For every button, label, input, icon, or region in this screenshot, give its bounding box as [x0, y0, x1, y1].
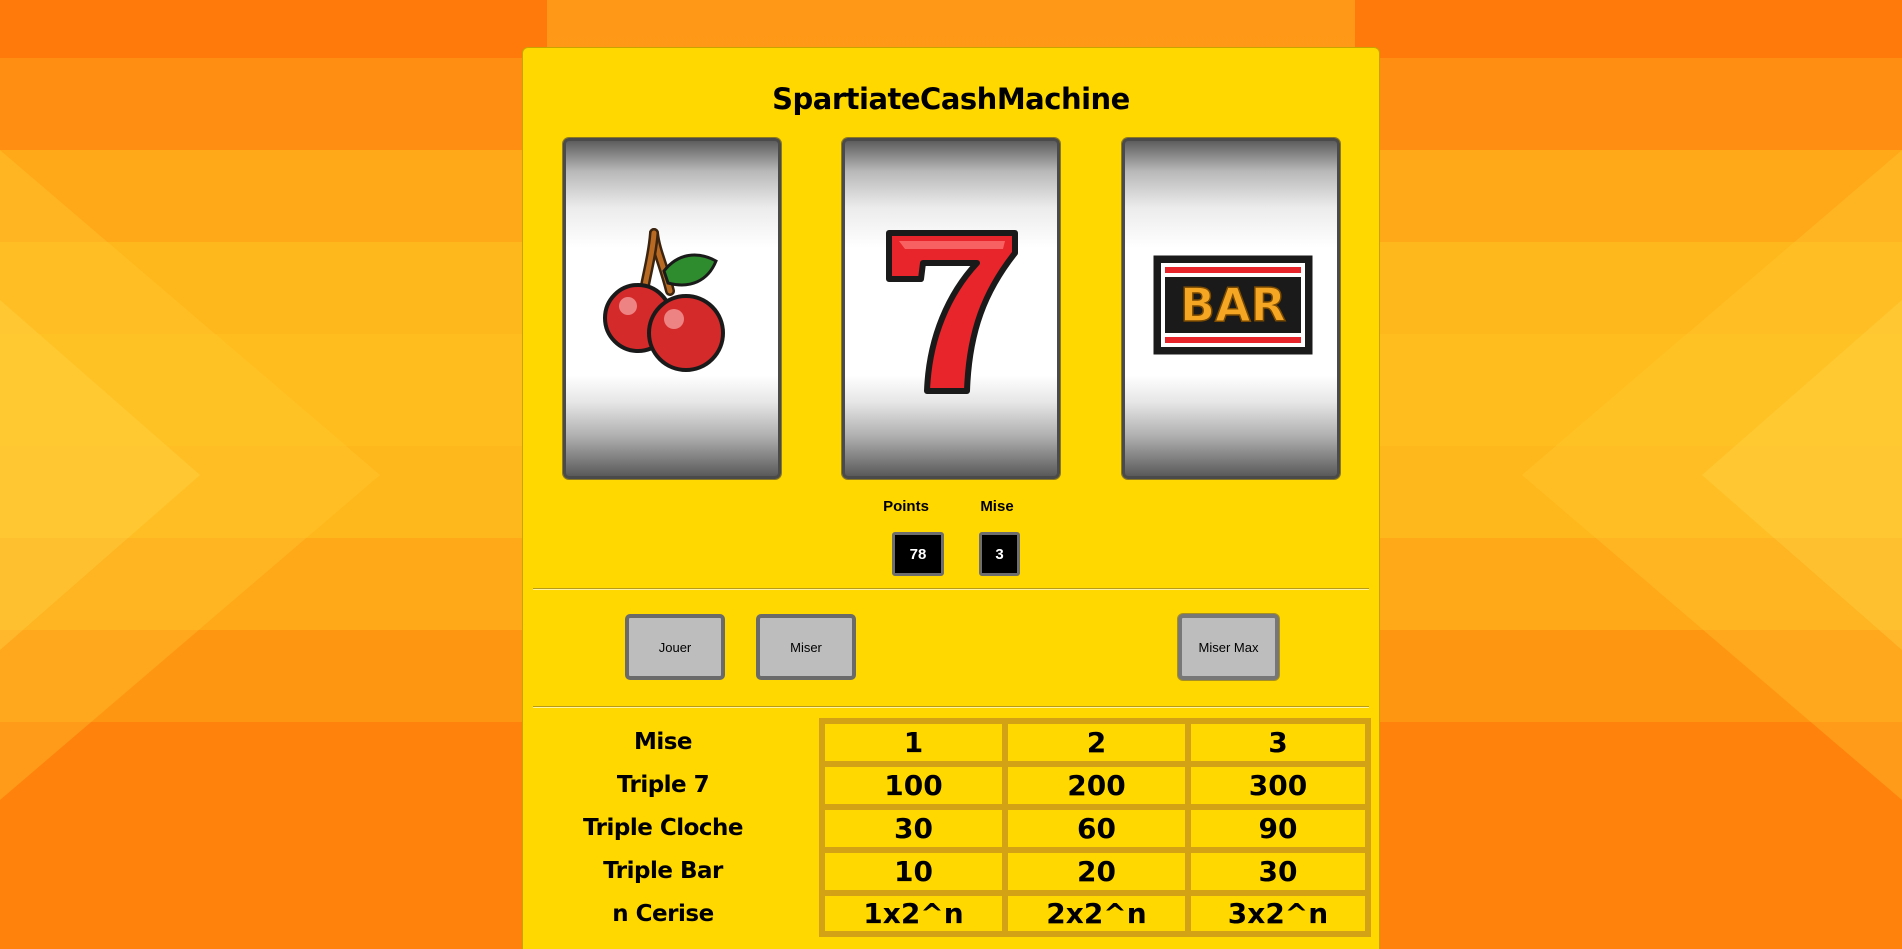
- paytable-cell: 30: [1188, 850, 1368, 893]
- paytable-grid: 1 2 3 100 200 300 30 60 90 10 20 30 1x2^…: [819, 718, 1371, 937]
- reel-3: BAR: [1122, 138, 1340, 479]
- paytable-cell: 300: [1188, 764, 1368, 807]
- paytable-cell: 2: [1005, 721, 1188, 764]
- miser-max-button[interactable]: Miser Max: [1178, 614, 1279, 680]
- paytable-row-label: n Cerise: [612, 901, 714, 927]
- mise-value: 3: [979, 532, 1020, 576]
- paytable-cell: 3x2^n: [1188, 893, 1368, 934]
- cherry-icon: [603, 228, 725, 372]
- paytable-cell: 3: [1188, 721, 1368, 764]
- reel-2: [842, 138, 1060, 479]
- page-title: SpartiateCashMachine: [772, 82, 1130, 116]
- paytable-cell: 2x2^n: [1005, 893, 1188, 934]
- miser-button[interactable]: Miser: [756, 614, 856, 680]
- paytable-row-label: Triple 7: [616, 772, 710, 798]
- paytable-cell: 200: [1005, 764, 1188, 807]
- paytable-cell: 100: [822, 764, 1005, 807]
- paytable-cell: 20: [1005, 850, 1188, 893]
- reel-1: [563, 138, 781, 479]
- paytable-cell: 10: [822, 850, 1005, 893]
- paytable-row-label: Triple Bar: [603, 858, 723, 884]
- slot-machine-panel: SpartiateCashMachine BAR Points Mise 78 …: [522, 47, 1380, 949]
- divider-top: [533, 588, 1369, 590]
- bar-icon: BAR: [1153, 255, 1313, 355]
- points-label: Points: [883, 498, 929, 515]
- bar-icon-text: BAR: [1180, 278, 1286, 332]
- paytable-row-label: Triple Cloche: [582, 815, 744, 841]
- paytable-cell: 1x2^n: [822, 893, 1005, 934]
- seven-icon: [886, 230, 1018, 394]
- paytable-cell: 60: [1005, 807, 1188, 850]
- paytable-cell: 1: [822, 721, 1005, 764]
- paytable-header-label: Mise: [633, 729, 693, 755]
- mise-label: Mise: [980, 498, 1014, 515]
- paytable-cell: 90: [1188, 807, 1368, 850]
- divider-bottom: [533, 706, 1369, 708]
- jouer-button[interactable]: Jouer: [625, 614, 725, 680]
- paytable-cell: 30: [822, 807, 1005, 850]
- points-value: 78: [892, 532, 944, 576]
